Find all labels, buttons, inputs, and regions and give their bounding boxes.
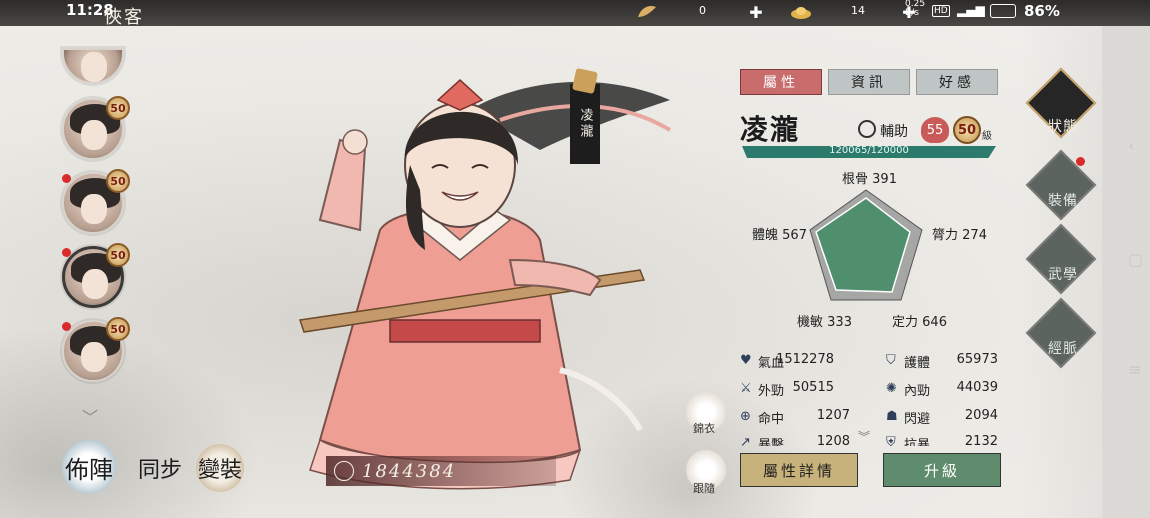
battery-level: 86% xyxy=(1024,2,1060,20)
name-seal-icon xyxy=(571,67,599,95)
avatar-face xyxy=(81,120,107,150)
notification-dot xyxy=(62,322,71,331)
leaf-currency-value: 0 xyxy=(699,4,706,17)
radar-label-physique: 體魄 567 xyxy=(752,228,807,243)
character-portrait xyxy=(299,78,672,490)
radar-label-root: 根骨 391 xyxy=(842,172,897,187)
stat-row-crit: ↗ 暴擊 1208 xyxy=(740,434,850,446)
stat-row-crit-resist: ⛨ 抗暴 2132 xyxy=(886,434,998,446)
character-name-vertical: 凌瀧 xyxy=(577,108,593,140)
menu-meridian-label: 經脈 xyxy=(1048,341,1078,357)
battery-icon xyxy=(990,4,1016,18)
health-bar: 120065/120000 xyxy=(742,146,996,158)
ingot-currency-value: 14 xyxy=(851,4,865,17)
target-icon: ⊕ xyxy=(740,409,751,424)
health-bar-text: 120065/120000 xyxy=(829,145,909,156)
upgrade-button[interactable]: 升級 xyxy=(883,453,1001,487)
sword-icon: ⚔ xyxy=(740,381,752,396)
transform-button[interactable]: 變裝 xyxy=(196,444,244,492)
combat-power: 1844384 xyxy=(326,456,556,486)
swirl-icon: ✺ xyxy=(886,381,897,396)
avatar-face xyxy=(81,52,107,82)
radar-label-strength: 膂力 274 xyxy=(932,228,987,243)
menu-martial-arts-label: 武學 xyxy=(1048,267,1078,283)
formation-button[interactable]: 佈陣 xyxy=(62,440,116,494)
menu-equipment-label: 裝備 xyxy=(1048,193,1078,209)
radar-label-composure: 定力 646 xyxy=(892,315,947,330)
top-bar: 11:28 俠客 0 ✚ 14 ✚ 0.25 B/s HD ▂▄▆ 86% xyxy=(0,0,1150,28)
notification-dot xyxy=(62,248,71,257)
radar-label-agility: 機敏 333 xyxy=(797,315,852,330)
shield-icon: ⛉ xyxy=(886,353,896,368)
screen-edge xyxy=(1102,26,1150,518)
network-speed: 0.25 B/s xyxy=(905,0,926,18)
avatar-face xyxy=(82,269,108,299)
resist-icon: ⛨ xyxy=(886,435,896,446)
page-title: 俠客 xyxy=(104,7,144,28)
character-name-tag: 凌瀧 xyxy=(570,67,600,164)
level-badge: 50 xyxy=(953,116,981,144)
avatar-face xyxy=(81,194,107,224)
costume-label: 錦衣 xyxy=(693,422,715,435)
attribute-radar-chart xyxy=(809,189,923,301)
roster-level-badge: 50 xyxy=(106,243,130,267)
affection-badge[interactable]: 55 xyxy=(921,117,949,143)
signal-icon: ▂▄▆ xyxy=(957,3,985,17)
menu-status-label: 狀態 xyxy=(1048,119,1078,135)
hd-icon: HD xyxy=(932,5,950,17)
add-leaf-icon[interactable]: ✚ xyxy=(745,3,767,22)
edge-back-icon: ‹ xyxy=(1128,136,1135,155)
heart-icon: ♥ xyxy=(740,353,752,368)
roster-scroll-down-icon[interactable]: ﹀ xyxy=(82,404,98,428)
combat-power-icon xyxy=(334,461,354,481)
sync-button[interactable]: 同步 xyxy=(136,444,184,492)
roster-level-badge: 50 xyxy=(106,96,130,120)
tab-info[interactable]: 資訊 xyxy=(828,69,910,95)
crit-icon: ↗ xyxy=(740,435,751,446)
roster-level-badge: 50 xyxy=(106,317,130,341)
edge-home-icon: ▢ xyxy=(1128,250,1144,269)
stats-scroll-down-icon[interactable]: ︾ xyxy=(858,428,870,445)
ingot-currency-icon xyxy=(791,7,811,19)
character-role: 輔助 xyxy=(880,124,908,140)
avatar-face xyxy=(81,342,107,372)
notification-dot xyxy=(62,174,71,183)
follower-label: 跟隨 xyxy=(693,482,715,495)
level-suffix: 級 xyxy=(982,131,992,142)
roster-level-badge: 50 xyxy=(106,169,130,193)
edge-menu-icon: ≡ xyxy=(1128,360,1142,379)
attribute-details-button[interactable]: 屬性詳情 xyxy=(740,453,858,487)
tab-attributes[interactable]: 屬性 xyxy=(740,69,822,95)
character-name: 凌瀧 xyxy=(740,113,801,146)
notification-dot xyxy=(1076,157,1085,166)
combat-power-value: 1844384 xyxy=(362,460,457,482)
support-role-icon xyxy=(858,120,876,138)
leaf-currency-icon xyxy=(638,6,656,17)
tab-affection[interactable]: 好感 xyxy=(916,69,998,95)
dodge-icon: ☗ xyxy=(886,409,898,424)
